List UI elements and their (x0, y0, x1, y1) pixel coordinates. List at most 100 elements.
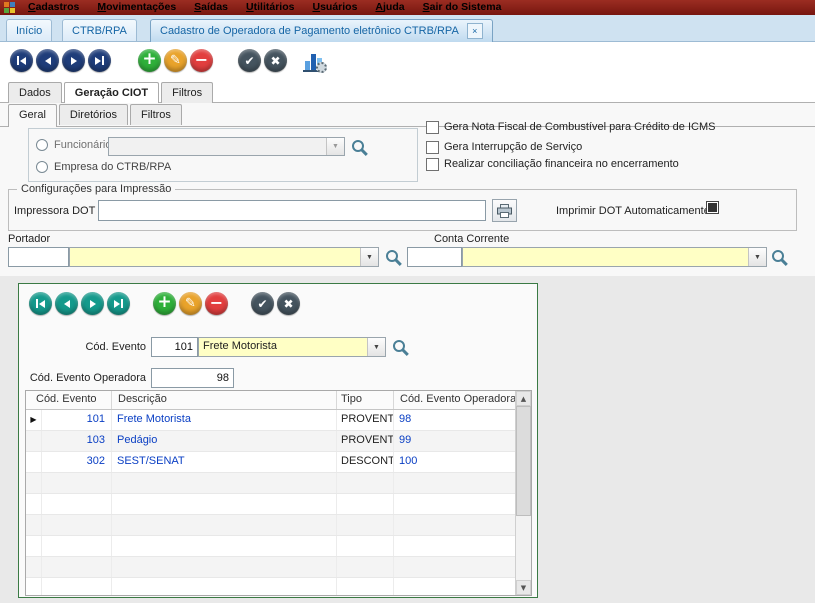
tab-geracao-ciot[interactable]: Geração CIOT (64, 82, 159, 103)
panel-last-record-button[interactable] (107, 292, 130, 315)
conta-corrente-search-button[interactable] (771, 249, 788, 266)
funcionario-combo[interactable]: ▼ (108, 137, 345, 156)
grid-row[interactable]: 103 Pedágio PROVENTO 99 (26, 431, 517, 452)
menu-item-usuarios[interactable]: Usuários (303, 0, 366, 15)
cancel-button[interactable]: ✖ (264, 49, 287, 72)
impressora-dot-label: Impressora DOT (14, 205, 95, 217)
grid-row-empty (26, 536, 517, 557)
conta-corrente-code-input[interactable] (407, 247, 462, 267)
grid-header-cod-evento[interactable]: Cód. Evento (26, 391, 112, 409)
next-record-icon (90, 300, 96, 308)
grid-row-selected[interactable]: ▶ 101 Frete Motorista PROVENTO 98 (26, 410, 517, 431)
conciliacao-checkbox[interactable] (426, 158, 439, 171)
subtab-geral[interactable]: Geral (8, 104, 57, 127)
gera-interrupcao-label: Gera Interrupção de Serviço (444, 141, 582, 154)
subtab-diretorios[interactable]: Diretórios (59, 104, 128, 125)
cod-evento-operadora-label: Cód. Evento Operadora (19, 372, 146, 384)
menu-item-cadastros[interactable]: Cadastros (19, 0, 88, 15)
gera-nota-fiscal-checkbox[interactable] (426, 121, 439, 134)
tab-inicio[interactable]: Início (6, 19, 52, 41)
chevron-down-icon[interactable]: ▼ (360, 248, 378, 266)
panel-cancel-button[interactable]: ✖ (277, 292, 300, 315)
chevron-down-icon[interactable]: ▼ (748, 248, 766, 266)
plus-icon: + (157, 294, 171, 311)
conta-corrente-combo-value (463, 248, 748, 266)
last-record-icon (114, 300, 120, 308)
empresa-radio[interactable] (36, 161, 48, 173)
portador-combo[interactable]: ▼ (69, 247, 379, 267)
delete-button[interactable]: − (190, 49, 213, 72)
cod-evento-combo[interactable]: Frete Motorista ▼ (198, 337, 386, 357)
report-chart-button[interactable] (303, 50, 327, 73)
eventos-panel: + ✎ − ✔ ✖ Cód. Evento Frete Motorista ▼ … (18, 283, 538, 598)
eventos-grid: Cód. Evento Descrição Tipo Cód. Evento O… (25, 390, 532, 596)
x-icon: ✖ (283, 298, 293, 310)
next-record-icon (71, 57, 77, 65)
funcionario-radio-row: Funcionário: (36, 139, 115, 151)
chevron-down-icon[interactable]: ▼ (326, 138, 344, 155)
prior-record-button[interactable] (36, 49, 59, 72)
cod-evento-operadora-input[interactable] (151, 368, 234, 388)
panel-insert-button[interactable]: + (153, 292, 176, 315)
portador-search-button[interactable] (385, 249, 402, 266)
funcionario-search-button[interactable] (351, 139, 368, 156)
menu-item-sair[interactable]: Sair do Sistema (414, 0, 511, 15)
app-icon (4, 2, 15, 13)
grid-header-descricao[interactable]: Descrição (112, 391, 337, 409)
printer-button[interactable] (492, 199, 517, 222)
subtab-filtros[interactable]: Filtros (130, 104, 182, 125)
gera-interrupcao-checkbox[interactable] (426, 141, 439, 154)
last-record-button[interactable] (88, 49, 111, 72)
printer-icon (497, 204, 512, 218)
menu-item-saidas[interactable]: Saídas (185, 0, 237, 15)
cod-evento-search-button[interactable] (392, 339, 409, 356)
current-row-pointer-icon: ▶ (30, 415, 36, 424)
panel-delete-button[interactable]: − (205, 292, 228, 315)
cod-evento-input[interactable] (151, 337, 198, 357)
scroll-down-icon[interactable]: ▼ (516, 580, 531, 595)
gera-nota-fiscal-label: Gera Nota Fiscal de Combustível para Cré… (444, 121, 715, 134)
panel-confirm-button[interactable]: ✔ (251, 292, 274, 315)
checkbox-row-interrupcao: Gera Interrupção de Serviço (426, 141, 796, 154)
tab-dados[interactable]: Dados (8, 82, 62, 103)
panel-first-record-button[interactable] (29, 292, 52, 315)
chevron-down-icon[interactable]: ▼ (367, 338, 385, 356)
tab-ctrb-rpa-label: CTRB/RPA (72, 25, 127, 37)
panel-prior-record-button[interactable] (55, 292, 78, 315)
first-record-button[interactable] (10, 49, 33, 72)
grid-row[interactable]: 302 SEST/SENAT DESCONTO 100 (26, 452, 517, 473)
tab-ctrb-rpa[interactable]: CTRB/RPA (62, 19, 137, 41)
menu-item-movimentacoes[interactable]: Movimentações (88, 0, 185, 15)
portador-code-input[interactable] (8, 247, 69, 267)
grid-header-tipo[interactable]: Tipo (337, 391, 394, 409)
prior-record-icon (45, 57, 51, 65)
grid-row-empty (26, 578, 517, 596)
scrollbar-thumb[interactable] (516, 406, 531, 516)
close-icon[interactable]: × (467, 23, 483, 39)
conta-corrente-combo[interactable]: ▼ (462, 247, 767, 267)
menu-item-utilitarios[interactable]: Utilitários (237, 0, 303, 15)
scroll-up-icon[interactable]: ▲ (516, 391, 531, 406)
insert-button[interactable]: + (138, 49, 161, 72)
grid-row-empty (26, 557, 517, 578)
confirm-button[interactable]: ✔ (238, 49, 261, 72)
funcionario-radio[interactable] (36, 139, 48, 151)
edit-button[interactable]: ✎ (164, 49, 187, 72)
panel-edit-button[interactable]: ✎ (179, 292, 202, 315)
next-record-button[interactable] (62, 49, 85, 72)
check-icon: ✔ (244, 55, 254, 67)
imprimir-dot-checkbox[interactable] (706, 201, 719, 214)
empresa-radio-row: Empresa do CTRB/RPA (36, 161, 171, 173)
minus-icon: − (210, 295, 223, 311)
panel-next-record-button[interactable] (81, 292, 104, 315)
tab-cadastro-operadora[interactable]: Cadastro de Operadora de Pagamento eletr… (150, 19, 493, 42)
grid-vertical-scrollbar[interactable]: ▲ ▼ (515, 391, 531, 595)
first-record-icon (39, 300, 45, 308)
impressora-dot-input[interactable] (98, 200, 486, 221)
tab-filtros[interactable]: Filtros (161, 82, 213, 103)
tab-cadastro-operadora-label: Cadastro de Operadora de Pagamento eletr… (160, 25, 459, 37)
menu-item-ajuda[interactable]: Ajuda (366, 0, 413, 15)
checkbox-row-conciliacao: Realizar conciliação financeira no encer… (426, 158, 796, 171)
checkbox-row-nota-fiscal: Gera Nota Fiscal de Combustível para Cré… (426, 121, 796, 134)
grid-header-cod-evento-operadora[interactable]: Cód. Evento Operadora (394, 391, 517, 409)
